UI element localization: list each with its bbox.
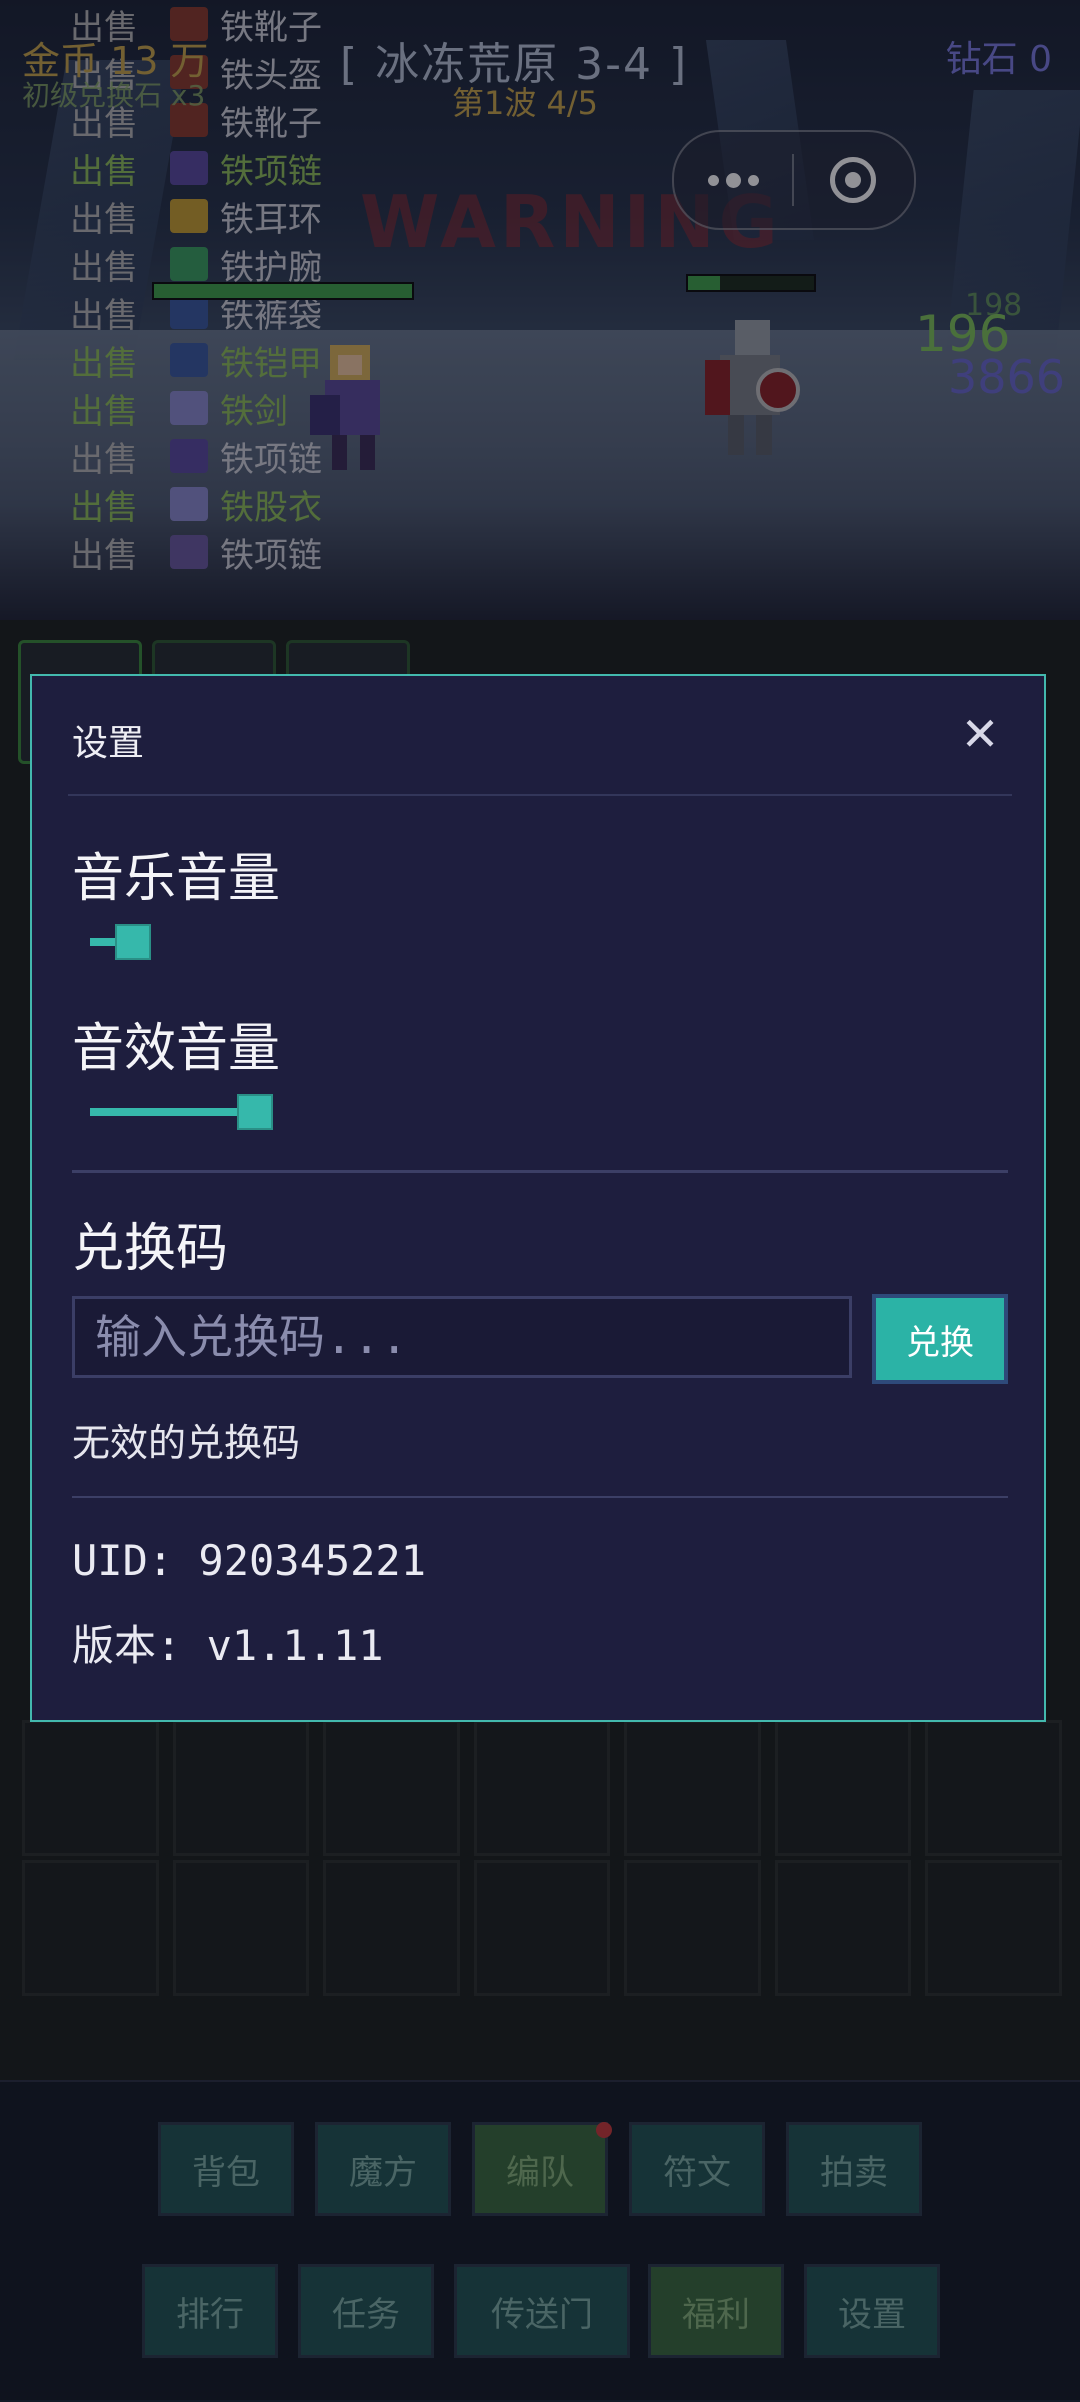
music-volume-label: 音乐音量 <box>72 849 281 909</box>
slider-thumb[interactable] <box>237 1094 273 1130</box>
sfx-volume-label: 音效音量 <box>72 1019 281 1079</box>
redeem-error-message: 无效的兑换码 <box>72 1421 301 1465</box>
slider-thumb[interactable] <box>115 924 151 960</box>
divider <box>72 1170 1008 1173</box>
redeem-button[interactable]: 兑换 <box>872 1294 1008 1384</box>
divider <box>68 794 1012 796</box>
redeem-code-label: 兑换码 <box>72 1219 229 1279</box>
modal-title: 设置 <box>72 723 145 764</box>
redeem-code-input[interactable] <box>72 1296 852 1378</box>
version-text: 版本: v1.1.11 <box>72 1621 384 1670</box>
close-icon: ✕ <box>960 707 1000 761</box>
music-volume-slider[interactable] <box>90 924 210 960</box>
divider <box>72 1496 1008 1498</box>
settings-modal: 设置 ✕ 音乐音量 音效音量 兑换码 兑换 无效的兑换码 UID: 920345… <box>30 674 1046 1722</box>
slider-fill <box>90 1108 255 1116</box>
close-button[interactable]: ✕ <box>960 707 1000 761</box>
sfx-volume-slider[interactable] <box>90 1094 286 1130</box>
uid-text: UID: 920345221 <box>72 1536 427 1585</box>
